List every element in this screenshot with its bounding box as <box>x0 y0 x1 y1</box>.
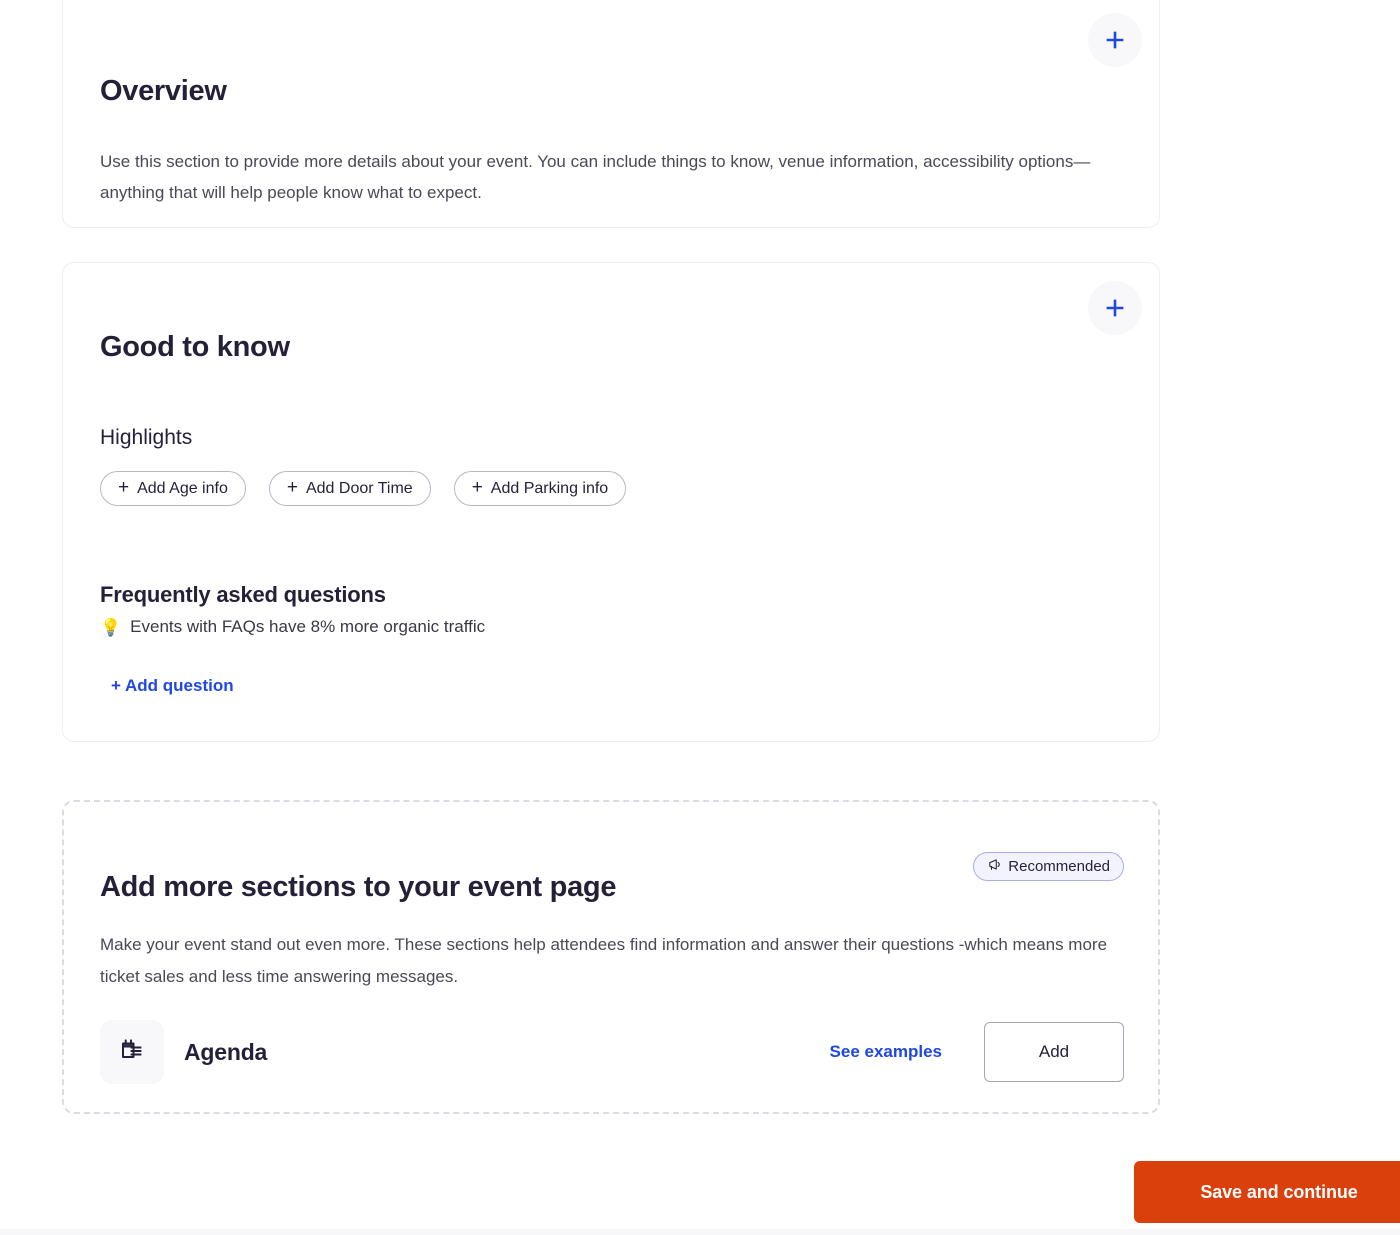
overview-title: Overview <box>100 75 227 108</box>
agenda-row-label: Agenda <box>184 1038 268 1065</box>
faq-heading: Frequently asked questions <box>100 582 386 607</box>
recommended-badge-label: Recommended <box>1008 858 1110 875</box>
add-door-time-chip[interactable]: + Add Door Time <box>268 471 431 506</box>
faq-tip-text: Events with FAQs have 8% more organic tr… <box>130 617 486 636</box>
section-row-agenda: Agenda See examples Add <box>100 1020 1124 1084</box>
good-to-know-add-button[interactable] <box>1088 281 1142 335</box>
add-agenda-button[interactable]: Add <box>984 1022 1124 1082</box>
agenda-icon-container <box>100 1020 164 1084</box>
plus-icon <box>1103 28 1127 52</box>
chip-label: Add Age info <box>137 479 228 497</box>
event-page-editor: Overview Use this section to provide mor… <box>0 0 1400 1235</box>
chip-label: Add Door Time <box>305 479 413 497</box>
faq-tip: 💡 Events with FAQs have 8% more organic … <box>100 617 485 637</box>
add-question-link[interactable]: + Add question <box>111 676 234 696</box>
agenda-calendar-icon <box>119 1037 145 1068</box>
plus-icon: + <box>118 477 130 498</box>
lightbulb-icon: 💡 <box>100 617 122 637</box>
add-age-info-chip[interactable]: + Add Age info <box>100 471 246 506</box>
add-more-sections-card: Add more sections to your event page Rec… <box>62 800 1160 1114</box>
add-parking-info-chip[interactable]: + Add Parking info <box>453 471 627 506</box>
plus-icon: + <box>471 477 483 498</box>
good-to-know-title: Good to know <box>100 331 290 364</box>
megaphone-icon <box>987 858 1001 876</box>
overview-add-button[interactable] <box>1088 13 1142 67</box>
add-more-sections-description: Make your event stand out even more. The… <box>100 935 1108 986</box>
bottom-strip <box>0 1229 1400 1235</box>
highlights-heading: Highlights <box>100 426 193 449</box>
highlights-chip-row: + Add Age info + Add Door Time + Add Par… <box>100 471 627 506</box>
see-examples-link[interactable]: See examples <box>830 1042 942 1062</box>
add-more-sections-title: Add more sections to your event page <box>100 871 617 904</box>
overview-description: Use this section to provide more details… <box>100 152 1091 202</box>
plus-icon <box>1103 296 1127 320</box>
chip-label: Add Parking info <box>490 479 609 497</box>
recommended-badge: Recommended <box>973 852 1124 881</box>
save-and-continue-button[interactable]: Save and continue <box>1134 1161 1400 1223</box>
plus-icon: + <box>286 477 298 498</box>
good-to-know-card: Good to know Highlights + Add Age info +… <box>62 262 1160 742</box>
overview-card: Overview Use this section to provide mor… <box>62 0 1160 228</box>
